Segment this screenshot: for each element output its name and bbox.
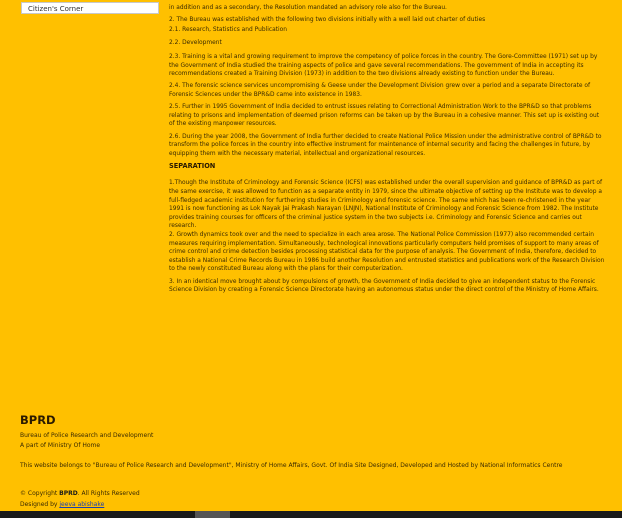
copyright-suffix: . All Rights Reserved (77, 490, 140, 497)
bottom-bar-segment-right (230, 511, 622, 518)
paragraph-2-5: 2.5. Further in 1995 Government of India… (169, 104, 600, 128)
separation-paragraph-2: 2. Growth dynamics took over and the nee… (169, 232, 605, 273)
paragraph-2: 2. The Bureau was established with the f… (169, 17, 486, 24)
footer-brand-ministry: A part of Ministry Of Home (20, 442, 101, 449)
bottom-bar-segment-left (0, 511, 195, 518)
main-content: in addition and as a secondary, the Reso… (169, 4, 606, 298)
bottom-bar (0, 511, 622, 518)
footer-copyright: © Copyright BPRD. All Rights Reserved (20, 490, 140, 497)
footer-brand-fullname: Bureau of Police Research and Developmen… (20, 432, 154, 439)
separation-paragraph-1: 1.Though the Institute of Criminology an… (169, 180, 603, 230)
paragraph-2-6: 2.6. During the year 2008, the Governmen… (169, 133, 602, 157)
designer-link[interactable]: jeeva abishake (59, 501, 104, 508)
separation-paragraph-3: 3. In an identical move brought about by… (169, 278, 599, 294)
copyright-brand: BPRD (59, 490, 78, 497)
paragraph-2-4: 2.4. The forensic science services uncom… (169, 83, 591, 98)
footer: BPRD Bureau of Police Research and Devel… (0, 410, 622, 518)
footer-designer: Designed by jeeva abishake (20, 501, 104, 508)
copyright-prefix: © Copyright (20, 490, 60, 497)
separation-heading: SEPARATION (169, 161, 216, 170)
paragraph-2-1: 2.1. Research, Statistics and Publicatio… (169, 26, 287, 33)
paragraph-2-3: 2.3. Training is a vital and growing req… (169, 53, 598, 78)
paragraph-intro: in addition and as a secondary, the Reso… (169, 5, 447, 11)
footer-site-note: This website belongs to "Bureau of Polic… (20, 462, 563, 469)
designed-by-prefix: Designed by (20, 501, 60, 508)
bottom-bar-segment-middle (195, 511, 230, 518)
sidebar-item-citizens-corner[interactable]: Citizen's Corner (21, 2, 159, 14)
paragraph-2-2: 2.2. Development (169, 40, 222, 47)
footer-brand: BPRD (20, 413, 56, 427)
